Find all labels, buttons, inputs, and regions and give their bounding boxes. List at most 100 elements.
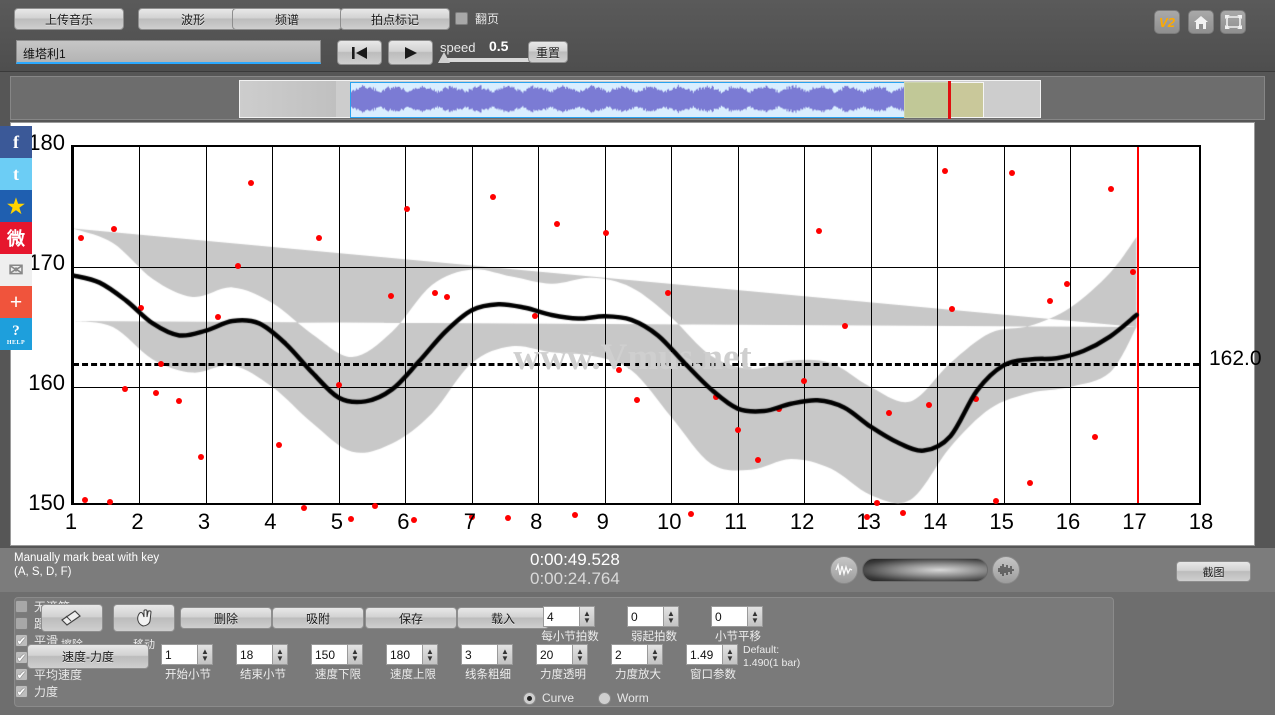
- chevron-down-icon[interactable]: ▼: [276, 654, 284, 662]
- tempo-max-label: 速度上限: [390, 669, 436, 681]
- pickup-beats-spinner[interactable]: ▲▼: [627, 606, 679, 627]
- bar-offset-input[interactable]: [711, 606, 747, 627]
- dynamics-alpha-spinner[interactable]: ▲▼: [536, 644, 588, 665]
- tempo-max-spinner[interactable]: ▲▼: [386, 644, 438, 665]
- help-icon[interactable]: ? HELP: [0, 318, 32, 350]
- dynamics-checkbox[interactable]: [15, 685, 28, 698]
- start-bar-input[interactable]: [161, 644, 197, 665]
- facebook-icon[interactable]: f: [0, 126, 32, 158]
- chevron-down-icon[interactable]: ▼: [726, 654, 734, 662]
- page-turn-checkbox[interactable]: [455, 12, 468, 25]
- audio-levels-icon[interactable]: [992, 556, 1020, 584]
- chevron-down-icon[interactable]: ▼: [351, 654, 359, 662]
- home-button[interactable]: [1188, 10, 1214, 34]
- pickup-beats-stepper[interactable]: ▲ ▼: [663, 606, 679, 627]
- tempo-min-input[interactable]: [311, 644, 347, 665]
- waveform-display[interactable]: [350, 82, 922, 118]
- line-thickness-spinner[interactable]: ▲▼: [461, 644, 513, 665]
- save-button[interactable]: 保存: [365, 607, 457, 629]
- default-note-line1: Default:: [743, 644, 780, 656]
- controls-container: 擦除 移动 删除 吸附 保存 载入 速度-力度 ▲▼每小节拍数▲▼弱起拍数▲▼小…: [14, 597, 1114, 707]
- chevron-down-icon[interactable]: ▼: [501, 654, 509, 662]
- tempo-min-stepper[interactable]: ▲ ▼: [347, 644, 363, 665]
- reset-button[interactable]: 重置: [528, 41, 568, 63]
- dynamics-alpha-stepper[interactable]: ▲ ▼: [572, 644, 588, 665]
- avg-tempo-checkbox[interactable]: [15, 668, 28, 681]
- weibo-icon[interactable]: 微: [0, 222, 32, 254]
- worm-radio[interactable]: [598, 691, 612, 705]
- start-bar-stepper[interactable]: ▲ ▼: [197, 644, 213, 665]
- snap-button[interactable]: 吸附: [272, 607, 364, 629]
- no-tick-checkbox[interactable]: [15, 600, 28, 613]
- track-title-input[interactable]: 维塔利1: [16, 40, 321, 64]
- end-bar-spinner[interactable]: ▲▼: [236, 644, 288, 665]
- chevron-down-icon[interactable]: ▼: [583, 616, 591, 624]
- pickup-beats-input[interactable]: [627, 606, 663, 627]
- volume-slider[interactable]: [862, 558, 988, 582]
- x-axis-tick-label: 2: [131, 509, 144, 534]
- beats-per-bar-spinner[interactable]: ▲▼: [543, 606, 595, 627]
- beat-point[interactable]: [505, 514, 512, 521]
- chevron-down-icon[interactable]: ▼: [201, 654, 209, 662]
- rewind-button[interactable]: [337, 40, 382, 65]
- waveform-track[interactable]: [239, 80, 1041, 119]
- curve-radio[interactable]: [523, 691, 536, 705]
- chevron-down-icon[interactable]: ▼: [667, 616, 675, 624]
- erase-tool-button[interactable]: [41, 604, 103, 632]
- status-bar: [0, 548, 1275, 592]
- delete-button[interactable]: 删除: [180, 607, 272, 629]
- end-bar-input[interactable]: [236, 644, 272, 665]
- chevron-down-icon[interactable]: ▼: [651, 654, 659, 662]
- chevron-down-icon[interactable]: ▼: [426, 654, 434, 662]
- upload-music-button[interactable]: 上传音乐: [14, 8, 124, 30]
- play-button[interactable]: [388, 40, 433, 65]
- dynamics-alpha-input[interactable]: [536, 644, 572, 665]
- x-axis-tick-label: 6: [397, 509, 410, 534]
- chevron-down-icon[interactable]: ▼: [576, 654, 584, 662]
- bar-offset-stepper[interactable]: ▲ ▼: [747, 606, 763, 627]
- move-tool-button[interactable]: [113, 604, 175, 632]
- start-bar-spinner[interactable]: ▲▼: [161, 644, 213, 665]
- email-icon[interactable]: ✉: [0, 254, 32, 286]
- twitter-icon[interactable]: t: [0, 158, 32, 190]
- version-badge[interactable]: V2: [1154, 10, 1180, 34]
- tempo-max-input[interactable]: [386, 644, 422, 665]
- tempo-plot-area[interactable]: [71, 145, 1203, 524]
- fullscreen-button[interactable]: [1220, 10, 1246, 34]
- spectrum-button[interactable]: 频谱: [232, 8, 342, 30]
- x-axis-tick-label: 18: [1188, 509, 1214, 534]
- waveform-icon[interactable]: [830, 556, 858, 584]
- follow-music-checkbox[interactable]: [15, 617, 28, 630]
- audio-levels-glyph: [998, 564, 1014, 576]
- mode-toggle-button[interactable]: 速度-力度: [27, 644, 149, 669]
- beats-per-bar-stepper[interactable]: ▲ ▼: [579, 606, 595, 627]
- tempo-min-spinner[interactable]: ▲▼: [311, 644, 363, 665]
- beat-point[interactable]: [571, 512, 578, 519]
- qzone-icon[interactable]: ★: [0, 190, 32, 222]
- waveform-overview-strip[interactable]: [10, 76, 1265, 120]
- line-thickness-stepper[interactable]: ▲ ▼: [497, 644, 513, 665]
- end-bar-stepper[interactable]: ▲ ▼: [272, 644, 288, 665]
- smooth-checkbox[interactable]: [15, 634, 28, 647]
- tempo-chart-panel: www.Vmus.net 150160170180 12345678910111…: [10, 122, 1262, 546]
- speed-slider[interactable]: [440, 58, 530, 62]
- chevron-down-icon[interactable]: ▼: [751, 616, 759, 624]
- load-button[interactable]: 载入: [457, 607, 549, 629]
- tempo-max-stepper[interactable]: ▲ ▼: [422, 644, 438, 665]
- dynamics-scale-input[interactable]: [611, 644, 647, 665]
- snapshot-button[interactable]: 截图: [1176, 561, 1251, 582]
- beat-marking-button[interactable]: 拍点标记: [340, 8, 450, 30]
- window-param-stepper[interactable]: ▲ ▼: [722, 644, 738, 665]
- waveform-playhead[interactable]: [948, 81, 951, 119]
- line-thickness-input[interactable]: [461, 644, 497, 665]
- share-more-icon[interactable]: +: [0, 286, 32, 318]
- dynamics-scale-stepper[interactable]: ▲ ▼: [647, 644, 663, 665]
- beat-point[interactable]: [899, 510, 906, 516]
- dynamics-scale-spinner[interactable]: ▲▼: [611, 644, 663, 665]
- speed-slider-knob[interactable]: [438, 52, 450, 63]
- beats-per-bar-input[interactable]: [543, 606, 579, 627]
- bar-offset-spinner[interactable]: ▲▼: [711, 606, 763, 627]
- x-axis-tick-label: 8: [530, 509, 543, 534]
- window-param-spinner[interactable]: ▲▼: [686, 644, 738, 665]
- window-param-input[interactable]: [686, 644, 722, 665]
